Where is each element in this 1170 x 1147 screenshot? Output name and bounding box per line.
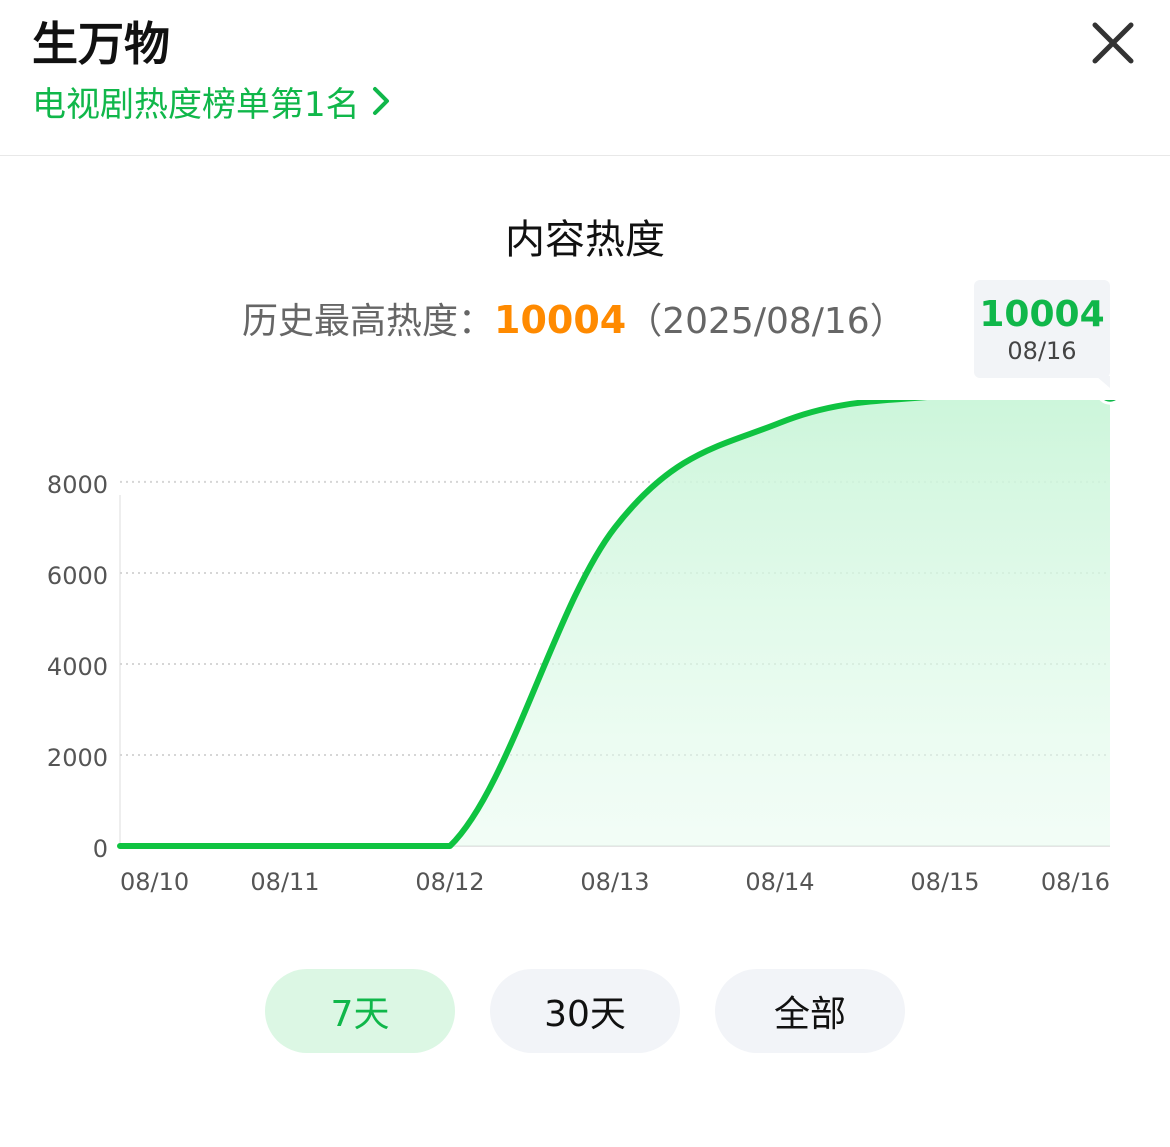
range-button-all[interactable]: 全部 xyxy=(715,969,905,1053)
x-tick-label: 08/13 xyxy=(580,868,649,896)
tooltip-value: 10004 xyxy=(979,294,1105,335)
rank-link-label: 电视剧热度榜单第1名 xyxy=(32,85,360,125)
x-tick-label: 08/16 xyxy=(1041,868,1110,896)
series-area xyxy=(120,400,1110,847)
peak-value: 10004 xyxy=(494,298,627,342)
y-tick-label: 0 xyxy=(93,835,108,863)
x-tick-label: 08/11 xyxy=(250,868,319,896)
close-icon xyxy=(1092,22,1134,64)
chart-tooltip: 10004 08/16 xyxy=(974,280,1110,378)
y-tick-label: 4000 xyxy=(47,653,108,681)
tooltip-tail xyxy=(1096,376,1110,388)
y-tick-label: 2000 xyxy=(47,744,108,772)
chevron-right-icon xyxy=(372,82,390,128)
rank-link[interactable]: 电视剧热度榜单第1名 xyxy=(32,82,390,128)
range-button-7d[interactable]: 7天 xyxy=(265,969,455,1053)
x-tick-label: 08/10 xyxy=(120,868,189,896)
header: 生万物 电视剧热度榜单第1名 xyxy=(0,0,1170,156)
peak-label: 历史最高热度： xyxy=(242,301,495,342)
x-tick-label: 08/15 xyxy=(910,868,979,896)
x-tick-label: 08/14 xyxy=(745,868,814,896)
close-button[interactable] xyxy=(1088,18,1138,68)
section-title: 内容热度 xyxy=(505,217,665,263)
peak-date: （2025/08/16） xyxy=(626,301,906,342)
tooltip-date: 08/16 xyxy=(1007,337,1077,365)
peak-heat-line: 历史最高热度：10004（2025/08/16） xyxy=(242,294,906,348)
page-title: 生万物 xyxy=(32,17,170,71)
x-tick-label: 08/12 xyxy=(415,868,484,896)
heat-chart: 0 2000 4000 6000 8000 08/10 08/11 08/12 08/13 08/… xyxy=(47,400,1121,896)
y-tick-label: 6000 xyxy=(47,562,108,590)
range-button-30d[interactable]: 30天 xyxy=(490,969,680,1053)
y-tick-label: 8000 xyxy=(47,471,108,499)
